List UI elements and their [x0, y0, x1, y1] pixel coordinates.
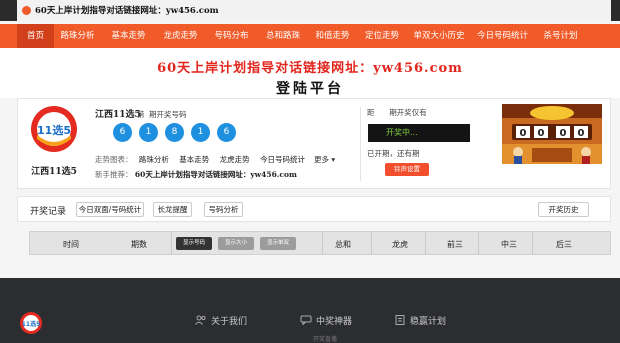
- trend-links-row: 走势图表： 路珠分析 基本走势 龙虎走势 今日号码统计: [95, 154, 313, 165]
- footer-win-plan-label: 稳赢计划: [410, 317, 447, 327]
- issue-prefix: 第: [137, 110, 145, 119]
- show-size-button[interactable]: 显示大小: [218, 237, 254, 250]
- top-announcement-text[interactable]: 60天上岸计划指导对话链接网址：yw456.com: [35, 4, 219, 16]
- draw-history-button[interactable]: 开奖历史: [538, 202, 589, 217]
- nav-item-dragon-tiger-trend[interactable]: 龙虎走势: [156, 24, 205, 48]
- draw-status-box: 开奖中...: [368, 124, 470, 142]
- header-separator: [322, 232, 323, 254]
- trend-link-basic[interactable]: 基本走势: [179, 154, 209, 165]
- issue-suffix: 期开奖号码: [149, 110, 187, 119]
- main-nav: 首页 路珠分析 基本走势 龙虎走势 号码分布 总和路珠 和值走势 定位走势 单双…: [0, 24, 620, 48]
- stopped-text: 已开期，还有期: [367, 149, 420, 158]
- header-separator: [371, 232, 372, 254]
- trend-link-road[interactable]: 路珠分析: [139, 154, 169, 165]
- footer-winning-tool[interactable]: 中奖神器: [300, 314, 352, 327]
- column-header-issue: 期数: [131, 240, 147, 249]
- long-dragon-button[interactable]: 长龙提醒: [153, 202, 192, 217]
- result-ball: 8: [165, 123, 184, 142]
- countdown-suffix: 期开奖仅有: [389, 108, 427, 117]
- footer-logo: 11选5: [19, 311, 43, 335]
- result-ball: 6: [113, 123, 132, 142]
- today-stats-button[interactable]: 今日双面/号码统计: [76, 202, 144, 217]
- game-digit: 0: [560, 128, 567, 139]
- game-title: 江西11选5: [95, 110, 141, 120]
- nav-item-sum-road[interactable]: 总和路珠: [258, 24, 308, 48]
- announcement-icon: [22, 6, 31, 15]
- nav-item-home[interactable]: 首页: [17, 24, 54, 48]
- chat-icon: [300, 315, 312, 325]
- show-numbers-button[interactable]: 显示号码: [176, 237, 212, 250]
- guide-row: 新手推荐： 60天上岸计划指导对话链接网址：yw456.com: [95, 169, 297, 180]
- show-odd-even-button[interactable]: 显示单双: [260, 237, 296, 250]
- hero-banner: 60天上岸计划指导对话链接网址：yw456.com 登陆平台: [0, 48, 620, 98]
- document-icon: [395, 315, 405, 325]
- records-label: 开奖记录: [30, 207, 67, 217]
- number-analysis-button[interactable]: 号码分析: [204, 202, 243, 217]
- result-ball: 6: [217, 123, 236, 142]
- column-header-sum: 总和: [335, 240, 351, 249]
- trend-link-today-stats[interactable]: 今日号码统计: [260, 154, 305, 165]
- nav-item-odd-even-history[interactable]: 单双大小历史: [407, 24, 471, 48]
- top-announcement-inner: 60天上岸计划指导对话链接网址：yw456.com: [17, 0, 611, 21]
- people-icon: [195, 315, 206, 325]
- countdown-prefix: 距: [367, 108, 375, 117]
- column-header-time: 时间: [63, 240, 79, 249]
- nav-item-position-trend[interactable]: 定位走势: [357, 24, 407, 48]
- lottery-info-card: 11选5 江西11选5 江西11选5 第 期开奖号码 6 1 8 1 6 走势图…: [17, 98, 611, 189]
- lottery-logo-name: 江西11选5: [31, 167, 77, 177]
- header-separator: [532, 232, 533, 254]
- guide-link[interactable]: 60天上岸计划指导对话链接网址：yw456.com: [135, 170, 297, 179]
- login-platform-heading[interactable]: 登陆平台: [0, 78, 620, 98]
- card-divider: [360, 107, 361, 181]
- countdown-text: 距 期开奖仅有: [367, 107, 427, 118]
- game-promo-graphic: 0 0 0 0: [502, 104, 602, 164]
- chevron-down-icon: ▾: [331, 155, 336, 164]
- result-ball: 1: [191, 123, 210, 142]
- column-header-middle-three: 中三: [501, 240, 517, 249]
- trend-link-dragon-tiger[interactable]: 龙虎走势: [220, 154, 250, 165]
- column-header-dragon-tiger: 龙虎: [392, 240, 408, 249]
- column-header-back-three: 后三: [556, 240, 572, 249]
- footer-about-us[interactable]: 关于我们: [195, 314, 247, 327]
- column-header-front-three: 前三: [447, 240, 463, 249]
- more-dropdown[interactable]: 更多 ▾: [314, 154, 335, 165]
- hero-slogan-link[interactable]: 60天上岸计划指导对话链接网址：yw456.com: [0, 57, 620, 76]
- nav-item-basic-trend[interactable]: 基本走势: [101, 24, 156, 48]
- footer-win-plan[interactable]: 稳赢计划: [394, 314, 446, 327]
- footer-logo-icon: 11选5: [20, 312, 42, 334]
- bell-settings-button[interactable]: 铃声设置: [385, 163, 429, 176]
- site-footer: 11选5 关于我们 中奖神器 稳赢计划 开奖直播: [0, 278, 620, 343]
- footer-subtitle: 开奖直播: [313, 336, 338, 343]
- records-toolbar: 开奖记录 今日双面/号码统计 长龙提醒 号码分析 开奖历史: [17, 196, 611, 222]
- nav-item-today-stats[interactable]: 今日号码统计: [471, 24, 534, 48]
- header-separator: [478, 232, 479, 254]
- top-announcement-bar: 60天上岸计划指导对话链接网址：yw456.com: [0, 0, 620, 21]
- header-separator: [171, 232, 172, 254]
- footer-logo-mark: 11选5: [22, 320, 41, 328]
- result-ball: 1: [139, 123, 158, 142]
- results-table-header: 时间 期数 显示号码 显示大小 显示单双 总和 龙虎 前三 中三 后三: [29, 231, 611, 255]
- nav-item-sum-trend[interactable]: 和值走势: [308, 24, 357, 48]
- header-separator: [425, 232, 426, 254]
- nav-item-kill-plan[interactable]: 杀号计划: [534, 24, 587, 48]
- lottery-logo-icon: 11选5: [31, 106, 77, 152]
- game-digit: 0: [538, 128, 545, 139]
- lottery-logo: 11选5: [30, 105, 78, 153]
- lottery-logo-mark: 11选5: [37, 123, 71, 137]
- guide-label: 新手推荐：: [95, 170, 133, 179]
- footer-winning-tool-label: 中奖神器: [316, 317, 353, 327]
- game-promo-image[interactable]: 0 0 0 0: [502, 104, 602, 164]
- footer-about-us-label: 关于我们: [211, 317, 248, 327]
- game-digit: 0: [578, 128, 585, 139]
- trend-links-label: 走势图表：: [95, 155, 133, 164]
- nav-item-number-distribution[interactable]: 号码分布: [205, 24, 258, 48]
- more-label: 更多: [314, 155, 329, 164]
- game-digit: 0: [520, 128, 527, 139]
- nav-item-road-analysis[interactable]: 路珠分析: [54, 24, 101, 48]
